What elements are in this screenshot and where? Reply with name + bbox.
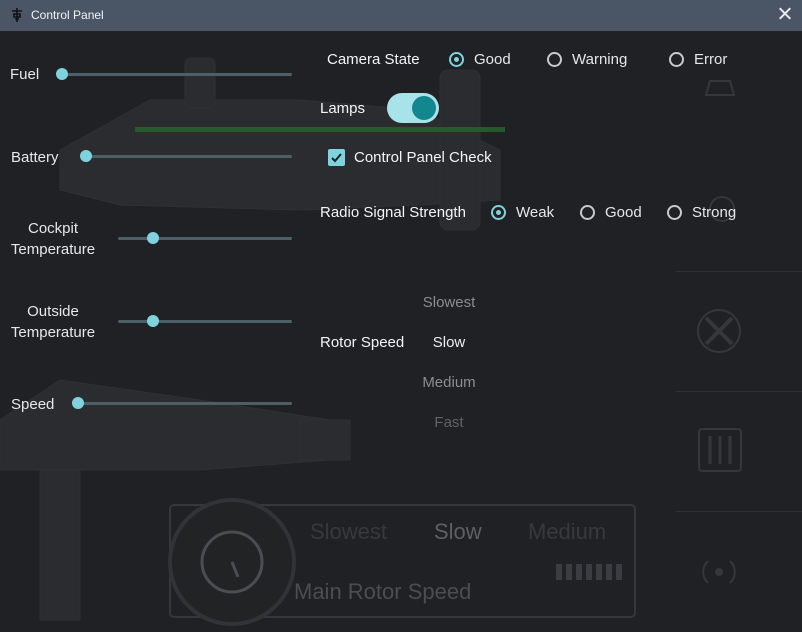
- radio-label: Weak: [516, 204, 555, 221]
- radio-indicator: [547, 52, 562, 67]
- slider-thumb[interactable]: [80, 150, 92, 162]
- radio-indicator: [449, 52, 464, 67]
- radio-label: Warning: [572, 51, 628, 68]
- camera-state-good-radio[interactable]: Good: [449, 51, 511, 68]
- slider-thumb[interactable]: [146, 232, 159, 244]
- camera-state-label: Camera State: [327, 51, 420, 68]
- speed-label: Speed: [11, 396, 55, 413]
- rotor-icon: [697, 309, 741, 353]
- slider-track: [78, 402, 292, 405]
- radio-label: Error: [694, 51, 728, 68]
- tumbler-option-fast[interactable]: Fast: [399, 414, 499, 431]
- slider-track: [62, 73, 292, 76]
- radio-signal-strength-label: Radio Signal Strength: [320, 204, 466, 221]
- toggle-knob: [412, 96, 436, 120]
- slider-track: [86, 155, 292, 158]
- slider-track: [118, 237, 292, 240]
- radio-label: Strong: [692, 204, 737, 221]
- label-line: Cockpit: [27, 220, 79, 237]
- lamps-label: Lamps: [320, 100, 366, 117]
- radio-indicator: [669, 52, 684, 67]
- gauge-option-slowest: Slowest: [310, 519, 388, 544]
- window-title: Control Panel: [31, 8, 104, 22]
- radio-indicator: [491, 205, 506, 220]
- rotor-speed-label: Rotor Speed: [320, 334, 405, 351]
- divider: [676, 391, 802, 392]
- slider-track: [118, 320, 292, 323]
- lamps-toggle[interactable]: [387, 93, 439, 123]
- label-line: Temperature: [10, 324, 96, 341]
- control-panel-check-label: Control Panel Check: [354, 149, 492, 166]
- radio-signal-strong-radio[interactable]: Strong: [667, 204, 736, 221]
- tumbler-option-slowest[interactable]: Slowest: [399, 294, 499, 311]
- close-icon[interactable]: [778, 6, 792, 20]
- label-line: Outside: [27, 303, 79, 320]
- divider: [676, 511, 802, 512]
- controls-icon: [698, 428, 742, 472]
- sidebar-item-rotor[interactable]: [676, 271, 802, 389]
- radio-signal-good-radio[interactable]: Good: [580, 204, 642, 221]
- signal-icon: [702, 560, 736, 584]
- camera-icon: [704, 80, 736, 96]
- outside-temperature-slider[interactable]: [118, 315, 292, 327]
- radio-label: Good: [605, 204, 642, 221]
- main-rotor-speed-title: Main Rotor Speed: [294, 579, 472, 604]
- radio-indicator: [580, 205, 595, 220]
- gauge-option-medium: Medium: [528, 519, 607, 544]
- helicopter-app-icon: [12, 8, 22, 22]
- tumbler-option-medium[interactable]: Medium: [399, 374, 499, 391]
- tumbler-option-slow[interactable]: Slow: [399, 334, 499, 351]
- control-panel-check-checkbox[interactable]: [328, 149, 345, 166]
- sidebar-item-signal[interactable]: [676, 511, 802, 629]
- camera-state-error-radio[interactable]: Error: [669, 51, 727, 68]
- radio-indicator: [667, 205, 682, 220]
- fuel-slider[interactable]: [56, 68, 292, 80]
- camera-state-warning-radio[interactable]: Warning: [547, 51, 627, 68]
- fuel-label: Fuel: [10, 66, 40, 83]
- radio-signal-weak-radio[interactable]: Weak: [491, 204, 554, 221]
- slider-thumb[interactable]: [146, 315, 159, 327]
- title-bar: Control Panel: [0, 0, 802, 31]
- sidebar-item-controls[interactable]: [676, 391, 802, 509]
- speed-slider[interactable]: [72, 397, 292, 409]
- control-panel-content: Fuel Battery Cockpit Temperature Outside…: [0, 31, 802, 632]
- outside-temperature-label: Outside Temperature: [5, 301, 101, 343]
- cockpit-temperature-slider[interactable]: [118, 232, 292, 244]
- slider-thumb[interactable]: [56, 68, 68, 80]
- divider: [676, 271, 802, 272]
- gauge-option-slow: Slow: [434, 519, 482, 544]
- radio-label: Good: [474, 51, 511, 68]
- slider-thumb[interactable]: [72, 397, 84, 409]
- battery-label: Battery: [11, 149, 59, 166]
- checkmark-icon: [331, 153, 342, 163]
- cockpit-temperature-label: Cockpit Temperature: [5, 218, 101, 260]
- label-line: Temperature: [10, 241, 96, 258]
- battery-slider[interactable]: [80, 150, 292, 162]
